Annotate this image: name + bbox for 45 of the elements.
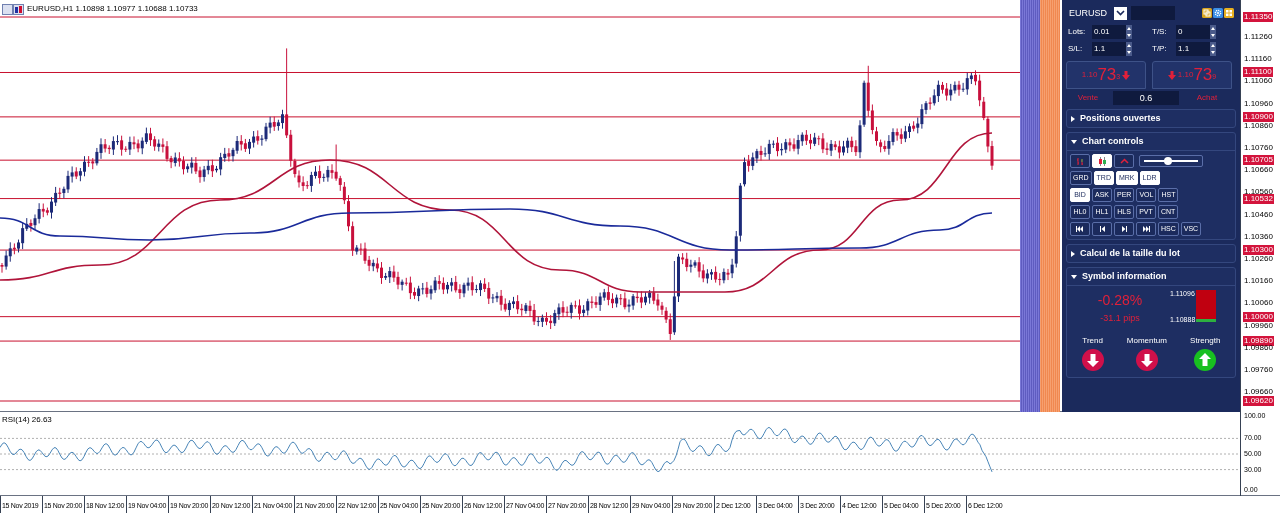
price-label: 1.10260: [1243, 253, 1274, 264]
price-label: 1.10705: [1243, 155, 1274, 166]
field-label: T/S:: [1152, 26, 1168, 38]
price-label: 1.10460: [1243, 209, 1274, 220]
change-pips: -31.1 pips: [1100, 312, 1140, 325]
price-label: 1.10300: [1243, 245, 1274, 256]
input-field[interactable]: 0.01: [1092, 25, 1126, 39]
price-label: 1.10060: [1243, 298, 1274, 309]
section-header[interactable]: Positions ouvertes: [1067, 110, 1235, 127]
price-label: 1.11160: [1243, 54, 1273, 65]
price-label: 1.10160: [1243, 276, 1274, 287]
price-label: 1.09660: [1243, 387, 1274, 398]
price-label: 1.09760: [1243, 364, 1274, 375]
field-label: T/P:: [1152, 43, 1168, 55]
price-label: 1.10000: [1243, 311, 1274, 322]
price-label: 1.09620: [1243, 396, 1274, 406]
price-label: 1.10900: [1243, 111, 1274, 122]
section-header[interactable]: Calcul de la taille du lot: [1067, 245, 1235, 262]
price-label: 1.11060: [1243, 76, 1274, 87]
price-label: 1.09960: [1243, 320, 1274, 331]
price-label: 1.10960: [1243, 98, 1274, 109]
signal-label: Strength: [1190, 334, 1221, 347]
buy-label: Achat: [1195, 92, 1219, 104]
input-field[interactable]: 0: [1176, 25, 1210, 39]
input-field[interactable]: 1.1: [1092, 42, 1126, 56]
sell-label: Vente: [1076, 92, 1100, 104]
price-label: 1.10360: [1243, 231, 1274, 242]
price-label: 1.11100: [1243, 67, 1273, 78]
section-header[interactable]: Chart controls: [1067, 133, 1235, 150]
input-field[interactable]: 1.1: [1176, 42, 1210, 56]
rsi-label: RSI(14) 26.63: [2, 414, 52, 426]
section-header[interactable]: Symbol information: [1067, 268, 1235, 285]
price-label: 1.10860: [1243, 120, 1274, 131]
price-label: 1.10760: [1243, 142, 1274, 153]
price-label: 1.10532: [1243, 193, 1274, 204]
chart-title: EURUSD,H1 1.10898 1.10977 1.10688 1.10733: [27, 3, 198, 15]
price-label: 1.11260: [1243, 31, 1274, 42]
change-percent: -0.28%: [1097, 291, 1143, 310]
price-label: 1.10660: [1243, 165, 1274, 176]
signal-label: Momentum: [1126, 334, 1167, 347]
price-label: 1.11350: [1243, 12, 1274, 22]
signal-label: Trend: [1082, 334, 1103, 347]
spread-field[interactable]: 0.6: [1113, 91, 1179, 105]
field-label: Lots:: [1068, 26, 1087, 38]
field-label: S/L:: [1068, 43, 1084, 55]
